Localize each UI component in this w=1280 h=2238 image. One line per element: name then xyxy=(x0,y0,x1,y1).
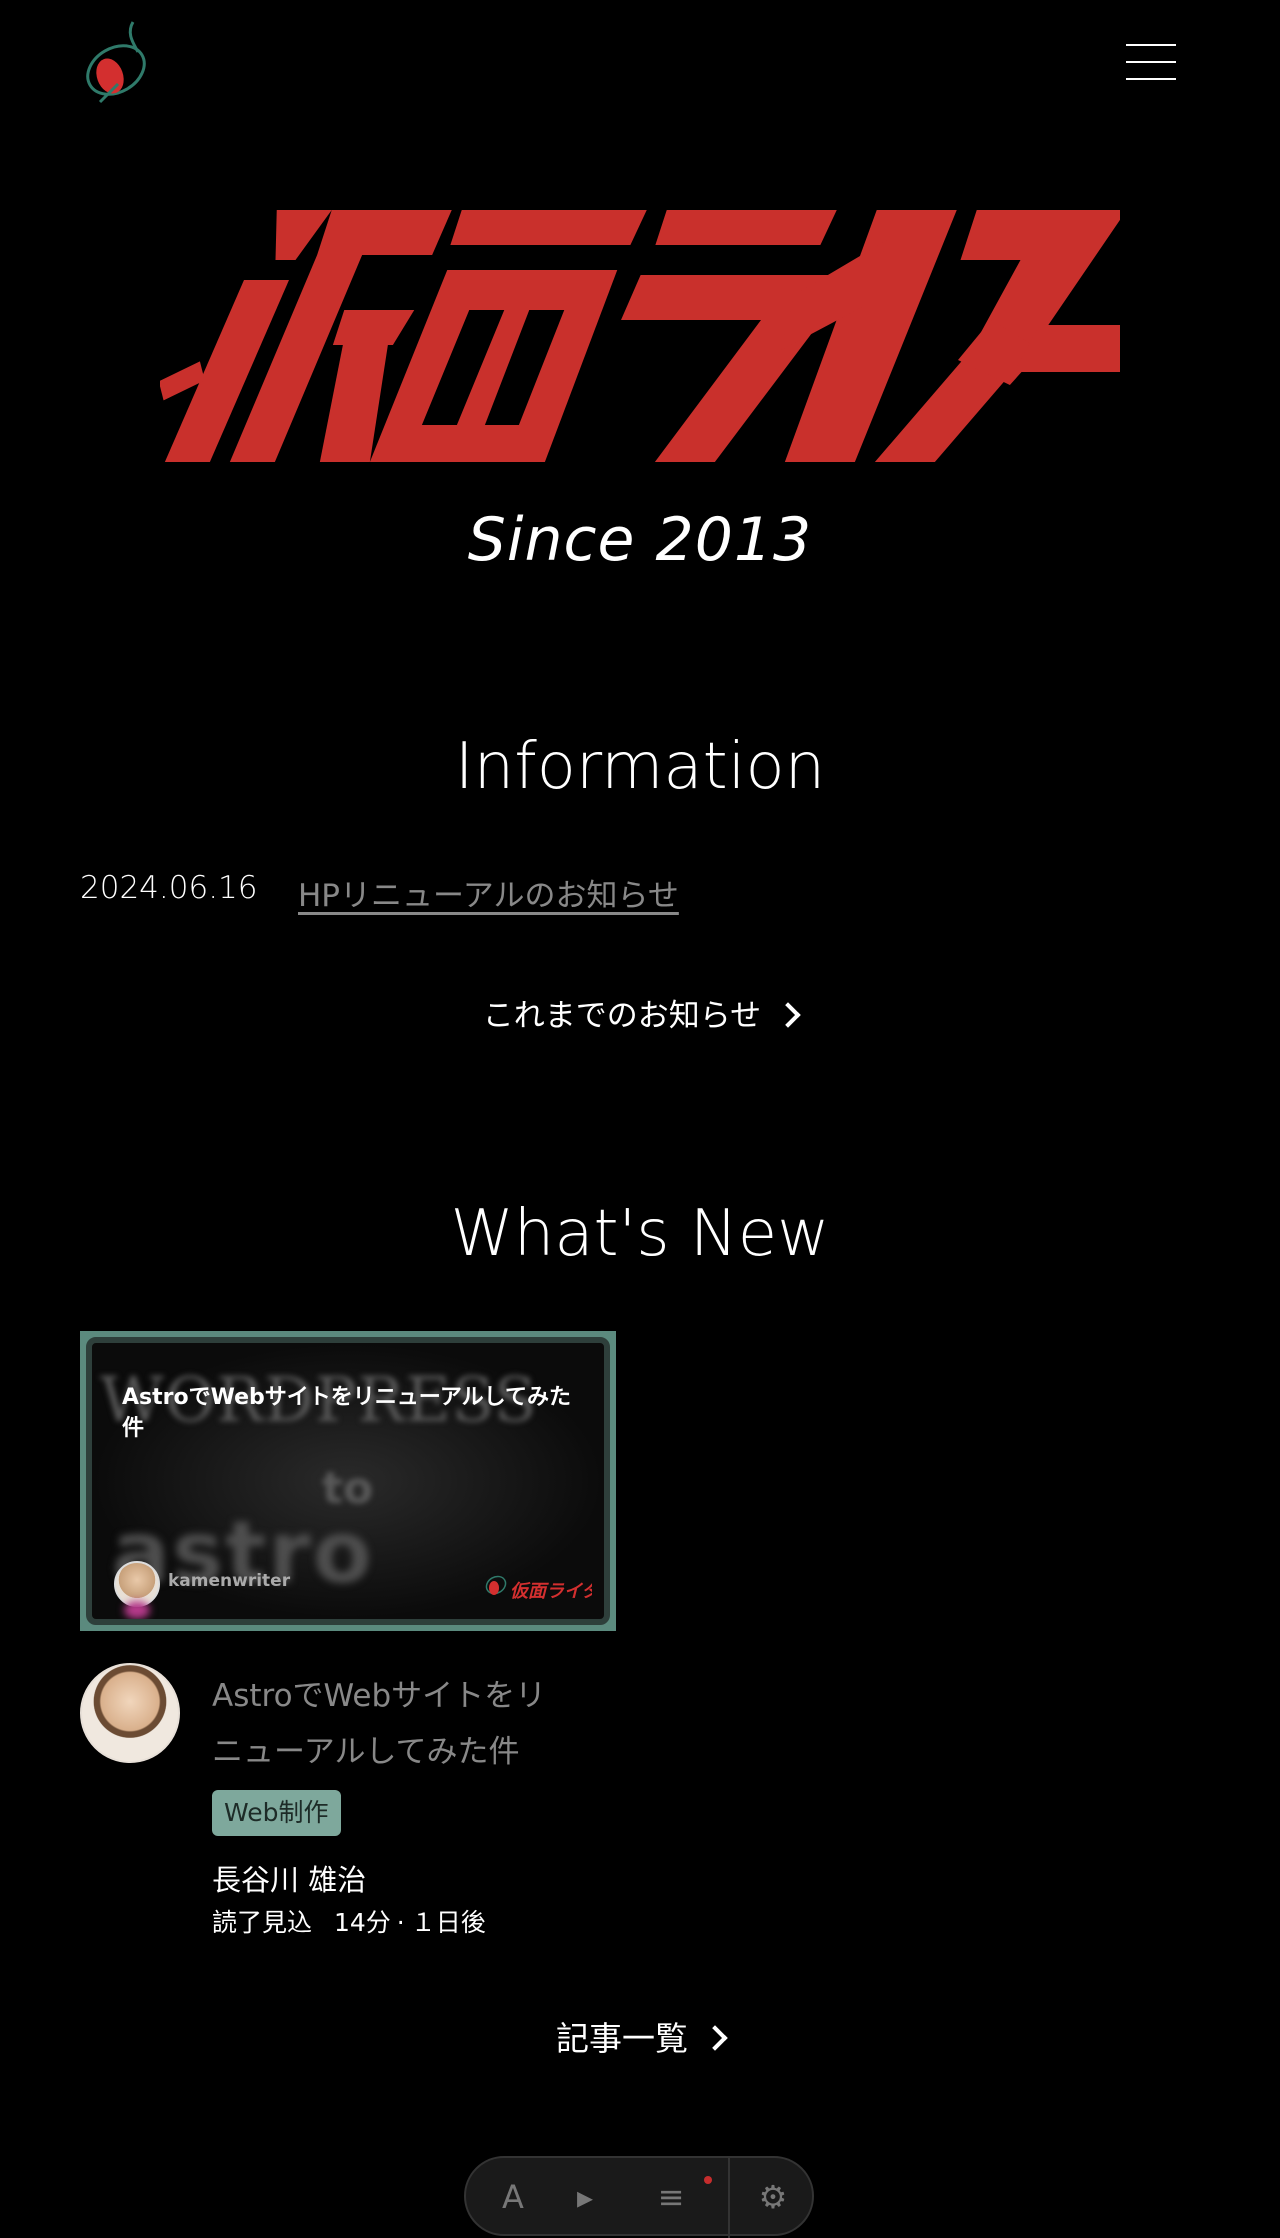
author-avatar[interactable] xyxy=(80,1663,180,1763)
post-meta: 読了見込 14分 · １日後 xyxy=(212,1903,486,1939)
thumbnail-username: kamenwriter xyxy=(168,1571,291,1591)
past-notices-link[interactable]: これまでのお知らせ xyxy=(0,990,1280,1035)
chevron-right-icon xyxy=(775,1001,801,1028)
hero-logo-wordmark xyxy=(160,210,1120,462)
toolbar-divider xyxy=(728,2158,730,2238)
information-date: 2024.06.16 xyxy=(80,870,258,906)
menu-line xyxy=(1126,44,1176,46)
meta-separator: · xyxy=(396,1908,405,1937)
thumbnail-brand-logo: 仮面ライター xyxy=(485,1575,592,1602)
site-header xyxy=(0,0,1280,130)
author-name: 長谷川 雄治 xyxy=(212,1863,367,1897)
thumbnail-image: WORDPRESS to astro AstroでWebサイトをリニューアルして… xyxy=(86,1337,610,1625)
post-thumbnail[interactable]: WORDPRESS to astro AstroでWebサイトをリニューアルして… xyxy=(80,1331,616,1631)
post-tag[interactable]: Web制作 xyxy=(212,1790,341,1836)
information-link[interactable]: HPリニューアルのお知らせ xyxy=(298,870,679,915)
menu-icon[interactable]: ≡ xyxy=(652,2178,690,2216)
accessibility-toolbar: A ▸ ≡ ⚙ xyxy=(464,2156,814,2238)
hamburger-menu-button[interactable] xyxy=(1126,40,1176,86)
font-size-icon[interactable]: A xyxy=(494,2178,532,2216)
thumbnail-brand-text: 仮面ライター xyxy=(510,1581,592,1602)
all-articles-label: 記事一覧 xyxy=(556,2019,688,2058)
post-title[interactable]: AstroでWebサイトをリニューアルしてみた件 xyxy=(212,1668,552,1780)
all-articles-link[interactable]: 記事一覧 xyxy=(0,2012,1280,2060)
whats-new-heading: What's New xyxy=(450,1197,830,1271)
settings-icon[interactable]: ⚙ xyxy=(754,2178,792,2216)
thumbnail-decoration xyxy=(124,1601,150,1619)
thumbnail-title: AstroでWebサイトをリニューアルしてみた件 xyxy=(122,1385,571,1441)
menu-line xyxy=(1126,61,1176,63)
notification-dot xyxy=(704,2176,712,2184)
chevron-right-icon xyxy=(702,2024,728,2051)
information-heading: Information xyxy=(454,730,826,804)
since-text: Since 2013 xyxy=(467,505,813,575)
read-time: 14分 xyxy=(333,1908,391,1937)
kamen-logo-icon[interactable] xyxy=(78,14,158,114)
past-notices-label: これまでのお知らせ xyxy=(482,998,762,1034)
menu-line xyxy=(1126,78,1176,80)
read-time-label: 読了見込 xyxy=(212,1908,313,1937)
cursor-icon[interactable]: ▸ xyxy=(566,2178,604,2216)
published-relative: １日後 xyxy=(410,1908,486,1937)
